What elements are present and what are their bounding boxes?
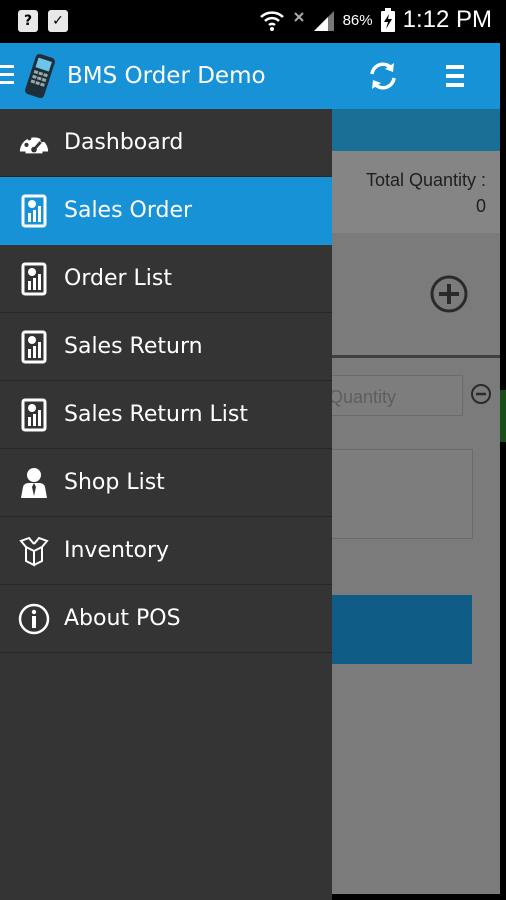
drawer-item-label: Order List [64,266,172,291]
drawer-item-label: Sales Return [64,334,203,359]
right-edge [500,109,506,900]
drawer-item-sales-return[interactable]: Sales Return [0,313,332,381]
app-title: BMS Order Demo [67,63,266,89]
drawer-item-label: Sales Order [64,198,193,223]
right-edge-accent [500,390,506,442]
quantity-placeholder: Quantity [332,387,397,407]
bottom-edge [332,894,500,900]
status-bar: ? ✓ 86% 1:12 PM [0,0,506,43]
hamburger-icon[interactable] [0,65,14,89]
report-icon [21,194,47,227]
drawer-item-order-list[interactable]: Order List [0,245,332,313]
report-icon [21,262,47,295]
navigation-drawer: Dashboard Sales Order Order List Sales R… [0,109,332,900]
drawer-item-sales-return-list[interactable]: Sales Return List [0,381,332,449]
background-button [332,595,472,664]
drawer-item-shop-list[interactable]: Shop List [0,449,332,517]
pos-terminal-icon[interactable] [22,53,58,99]
background-card [332,449,473,539]
battery-charging-icon [380,8,395,32]
no-signal-icon [293,12,304,22]
background-header-band [332,109,500,151]
battery-percentage: 86% [342,11,373,29]
person-icon [21,467,47,498]
overflow-menu-icon[interactable] [446,65,464,92]
info-icon [18,603,50,634]
clock: 1:12 PM [402,6,492,33]
drawer-item-label: About POS [64,606,181,631]
add-circle-icon [430,275,468,313]
drawer-item-label: Inventory [64,538,170,563]
clipboard-check-icon: ✓ [48,10,68,32]
box-icon [19,536,49,567]
drawer-item-about-pos[interactable]: About POS [0,585,332,653]
quantity-field: Quantity [332,375,463,416]
drawer-item-label: Dashboard [64,130,184,155]
report-icon [21,330,47,363]
drawer-item-label: Shop List [64,470,165,495]
total-quantity-label: Total Quantity : [365,170,486,190]
drawer-item-dashboard[interactable]: Dashboard [0,109,332,177]
sim-unknown-icon: ? [18,10,38,32]
drawer-item-sales-order[interactable]: Sales Order [0,177,332,245]
drawer-item-label: Sales Return List [64,402,249,427]
refresh-icon[interactable] [366,59,400,93]
wifi-icon [259,11,284,31]
drawer-item-inventory[interactable]: Inventory [0,517,332,585]
background-divider [332,355,500,358]
signal-icon [313,11,334,31]
report-icon [21,398,47,431]
dashboard-gauge-icon [19,132,49,153]
app-bar: BMS Order Demo [0,43,500,109]
total-quantity-value: 0 [475,196,486,216]
background-screen: Total Quantity : 0 Quantity [332,109,500,894]
remove-circle-icon [471,384,491,404]
total-quantity-panel: Total Quantity : 0 [332,151,500,233]
